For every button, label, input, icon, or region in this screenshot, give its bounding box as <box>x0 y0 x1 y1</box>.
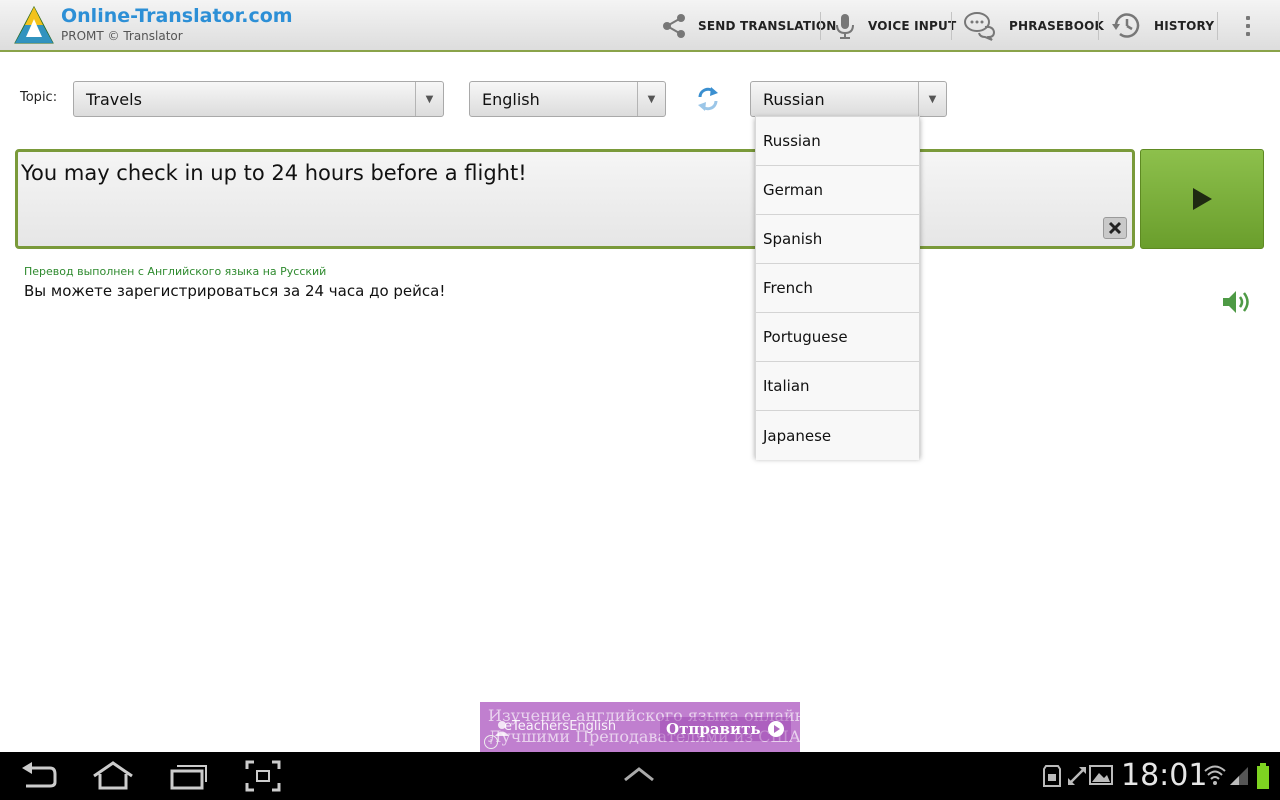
source-language-select[interactable]: English ▼ <box>469 81 666 117</box>
overflow-menu-icon[interactable] <box>1236 10 1260 42</box>
chevron-down-icon: ▼ <box>637 82 665 116</box>
language-option-italian[interactable]: Italian <box>756 362 919 411</box>
translation-direction-note: Перевод выполнен с Английского языка на … <box>24 265 327 278</box>
speech-bubbles-icon <box>964 12 996 41</box>
status-clock: 18:01 <box>1121 758 1208 793</box>
history-label: HISTORY <box>1154 19 1215 33</box>
history-button[interactable]: HISTORY <box>1110 8 1214 44</box>
battery-icon <box>1257 763 1269 789</box>
clear-text-button[interactable] <box>1103 217 1127 239</box>
source-language-value: English <box>482 90 540 109</box>
topic-select[interactable]: Travels ▼ <box>73 81 444 117</box>
speaker-icon[interactable] <box>1220 288 1252 316</box>
topic-label: Topic: <box>20 90 58 105</box>
language-option-french[interactable]: French <box>756 264 919 313</box>
app-window: Online-Translator.com PROMT © Translator… <box>0 0 1280 800</box>
close-icon <box>1108 221 1122 235</box>
voice-input-label: VOICE INPUT <box>868 19 957 33</box>
target-language-value: Russian <box>763 90 825 109</box>
language-option-portuguese[interactable]: Portuguese <box>756 313 919 362</box>
back-icon[interactable] <box>20 760 58 792</box>
action-divider <box>951 12 952 40</box>
share-icon <box>663 14 685 38</box>
translation-result: Вы можете зарегистрироваться за 24 часа … <box>24 282 446 300</box>
usb-sync-icon <box>1068 767 1086 785</box>
ad-banner[interactable]: Изучение английского языка онлайн Лучшим… <box>480 702 800 752</box>
chevron-up-icon[interactable] <box>622 764 656 784</box>
play-circle-icon <box>767 721 784 737</box>
phrasebook-button[interactable]: PHRASEBOOK <box>963 8 1104 44</box>
play-icon <box>1193 188 1212 210</box>
app-title: Online-Translator.com <box>61 5 293 27</box>
voice-input-button[interactable]: VOICE INPUT <box>832 8 956 44</box>
topic-value: Travels <box>86 90 142 109</box>
action-divider <box>1217 12 1218 40</box>
action-divider <box>820 12 821 40</box>
language-option-japanese[interactable]: Japanese <box>756 411 919 460</box>
phrasebook-label: PHRASEBOOK <box>1009 19 1105 33</box>
send-translation-button[interactable]: SEND TRANSLATION <box>660 8 837 44</box>
ad-send-button[interactable]: Отправить <box>660 717 791 741</box>
wifi-icon <box>1204 765 1226 785</box>
history-clock-icon <box>1112 13 1140 38</box>
ad-brand: eTeachersEnglish <box>504 719 617 734</box>
ad-send-label: Отправить <box>666 720 761 738</box>
app-logo-icon <box>14 5 54 44</box>
microphone-icon <box>836 14 854 39</box>
signal-strength-icon <box>1230 767 1248 785</box>
recent-apps-icon[interactable] <box>168 760 208 792</box>
home-icon[interactable] <box>92 760 134 792</box>
info-icon[interactable]: i <box>484 735 498 749</box>
language-option-german[interactable]: German <box>756 166 919 215</box>
action-divider <box>1098 12 1099 40</box>
screenshot-icon[interactable] <box>245 760 281 792</box>
sd-card-icon <box>1043 765 1061 787</box>
chevron-down-icon: ▼ <box>415 82 443 116</box>
source-text-input[interactable]: You may check in up to 24 hours before a… <box>15 149 1135 249</box>
target-language-dropdown: Russian German Spanish French Portuguese… <box>755 116 920 460</box>
system-navigation-bar: 18:01 <box>0 752 1280 800</box>
send-translation-label: SEND TRANSLATION <box>698 19 837 33</box>
swap-languages-icon[interactable] <box>693 84 723 114</box>
action-bar: Online-Translator.com PROMT © Translator… <box>0 0 1280 52</box>
translate-button[interactable] <box>1140 149 1264 249</box>
target-language-select[interactable]: Russian ▼ <box>750 81 947 117</box>
source-text[interactable]: You may check in up to 24 hours before a… <box>21 161 527 185</box>
app-subtitle: PROMT © Translator <box>61 29 183 43</box>
chevron-down-icon: ▼ <box>918 82 946 116</box>
image-icon <box>1089 765 1113 785</box>
language-option-spanish[interactable]: Spanish <box>756 215 919 264</box>
language-option-russian[interactable]: Russian <box>756 117 919 166</box>
